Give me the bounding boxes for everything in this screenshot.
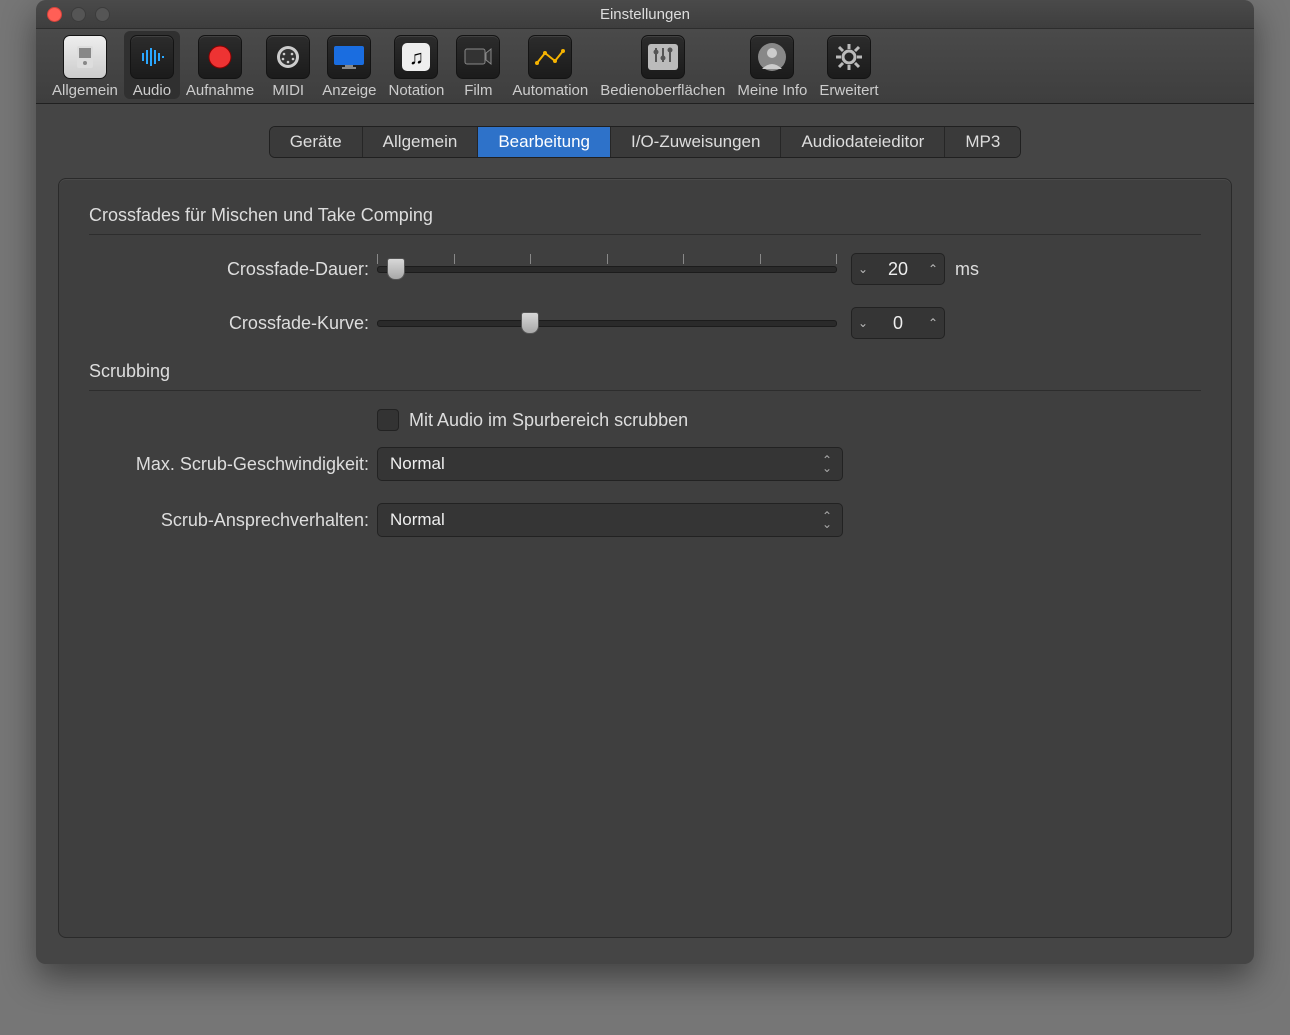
toolbar-item-myinfo[interactable]: Meine Info <box>731 35 813 99</box>
audio-subtabs: GeräteAllgemeinBearbeitungI/O-Zuweisunge… <box>58 126 1232 158</box>
toolbar-item-notation[interactable]: ♫ Notation <box>382 35 450 99</box>
slider-thumb[interactable] <box>521 312 539 334</box>
surfaces-icon <box>641 35 685 79</box>
stepper-up-icon[interactable]: ⌃ <box>922 254 944 284</box>
subtab-audiofile[interactable]: Audiodateieditor <box>781 127 945 157</box>
crossfade-curve-stepper[interactable]: ⌄ 0 ⌃ <box>851 307 945 339</box>
subtab-io[interactable]: I/O-Zuweisungen <box>611 127 781 157</box>
toolbar-item-general[interactable]: Allgemein <box>46 35 124 99</box>
toolbar-label: Automation <box>512 82 588 99</box>
toolbar-item-advanced[interactable]: Erweitert <box>813 35 884 99</box>
crossfade-duration-value: 20 <box>874 259 922 280</box>
scrub-response-select[interactable]: Normal ⌃⌄ <box>377 503 843 537</box>
crossfade-duration-slider[interactable] <box>377 258 837 280</box>
display-icon <box>327 35 371 79</box>
scrub-response-row: Scrub-Ansprechverhalten: Normal ⌃⌄ <box>89 503 1201 537</box>
crossfade-curve-row: Crossfade-Kurve: ⌄ 0 ⌃ <box>89 307 1201 339</box>
divider <box>89 234 1201 235</box>
window-title: Einstellungen <box>36 6 1254 23</box>
subtab-general[interactable]: Allgemein <box>363 127 479 157</box>
stepper-down-icon[interactable]: ⌄ <box>852 308 874 338</box>
toolbar-item-record[interactable]: Aufnahme <box>180 35 260 99</box>
crossfade-duration-row: Crossfade-Dauer: ⌄ 20 ⌃ ms <box>89 253 1201 285</box>
toolbar-item-audio[interactable]: Audio <box>124 31 180 99</box>
toolbar-label: Aufnahme <box>186 82 254 99</box>
subtab-devices[interactable]: Geräte <box>270 127 363 157</box>
scrub-audio-checkbox-row: Mit Audio im Spurbereich scrubben <box>377 409 1201 431</box>
section-title-scrubbing: Scrubbing <box>89 361 1201 382</box>
crossfade-duration-unit: ms <box>955 259 979 280</box>
stepper-up-icon[interactable]: ⌃ <box>922 308 944 338</box>
toolbar-label: Meine Info <box>737 82 807 99</box>
subtab-editing[interactable]: Bearbeitung <box>478 127 611 157</box>
max-scrub-speed-select[interactable]: Normal ⌃⌄ <box>377 447 843 481</box>
max-scrub-speed-label: Max. Scrub-Geschwindigkeit: <box>89 454 377 475</box>
toolbar-label: Audio <box>133 82 171 99</box>
preferences-body: GeräteAllgemeinBearbeitungI/O-Zuweisunge… <box>36 104 1254 964</box>
max-scrub-speed-row: Max. Scrub-Geschwindigkeit: Normal ⌃⌄ <box>89 447 1201 481</box>
midi-icon <box>266 35 310 79</box>
scrub-response-value: Normal <box>390 510 445 530</box>
titlebar: Einstellungen <box>36 0 1254 29</box>
myinfo-icon <box>750 35 794 79</box>
crossfade-curve-slider[interactable] <box>377 312 837 334</box>
preferences-window: Einstellungen Allgemein Audio Aufnahme MIDI… <box>36 0 1254 964</box>
svg-text:♫: ♫ <box>409 47 424 69</box>
toolbar-label: Allgemein <box>52 82 118 99</box>
toolbar-item-movie[interactable]: Film <box>450 35 506 99</box>
toolbar-item-automation[interactable]: Automation <box>506 35 594 99</box>
toolbar-item-display[interactable]: Anzeige <box>316 35 382 99</box>
toolbar-label: Film <box>464 82 492 99</box>
stepper-down-icon[interactable]: ⌄ <box>852 254 874 284</box>
toolbar-label: Anzeige <box>322 82 376 99</box>
preferences-toolbar: Allgemein Audio Aufnahme MIDI Anzeige ♫ Notati… <box>36 29 1254 104</box>
subtab-mp3[interactable]: MP3 <box>945 127 1020 157</box>
section-title-crossfades: Crossfades für Mischen und Take Comping <box>89 205 1201 226</box>
crossfade-duration-label: Crossfade-Dauer: <box>89 259 377 280</box>
notation-icon: ♫ <box>394 35 438 79</box>
crossfade-curve-value: 0 <box>874 313 922 334</box>
scrub-audio-checkbox-label: Mit Audio im Spurbereich scrubben <box>409 410 688 431</box>
toolbar-label: MIDI <box>272 82 304 99</box>
chevron-updown-icon: ⌃⌄ <box>822 512 832 528</box>
scrub-audio-checkbox[interactable] <box>377 409 399 431</box>
toolbar-item-surfaces[interactable]: Bedienoberflächen <box>594 35 731 99</box>
max-scrub-speed-value: Normal <box>390 454 445 474</box>
divider <box>89 390 1201 391</box>
editing-panel: Crossfades für Mischen und Take Comping … <box>58 178 1232 938</box>
crossfade-duration-stepper[interactable]: ⌄ 20 ⌃ <box>851 253 945 285</box>
slider-thumb[interactable] <box>387 258 405 280</box>
general-icon <box>63 35 107 79</box>
movie-icon <box>456 35 500 79</box>
toolbar-label: Notation <box>388 82 444 99</box>
toolbar-label: Erweitert <box>819 82 878 99</box>
scrub-response-label: Scrub-Ansprechverhalten: <box>89 510 377 531</box>
toolbar-label: Bedienoberflächen <box>600 82 725 99</box>
record-icon <box>198 35 242 79</box>
advanced-icon <box>827 35 871 79</box>
automation-icon <box>528 35 572 79</box>
chevron-updown-icon: ⌃⌄ <box>822 456 832 472</box>
toolbar-item-midi[interactable]: MIDI <box>260 35 316 99</box>
crossfade-curve-label: Crossfade-Kurve: <box>89 313 377 334</box>
audio-icon <box>130 35 174 79</box>
